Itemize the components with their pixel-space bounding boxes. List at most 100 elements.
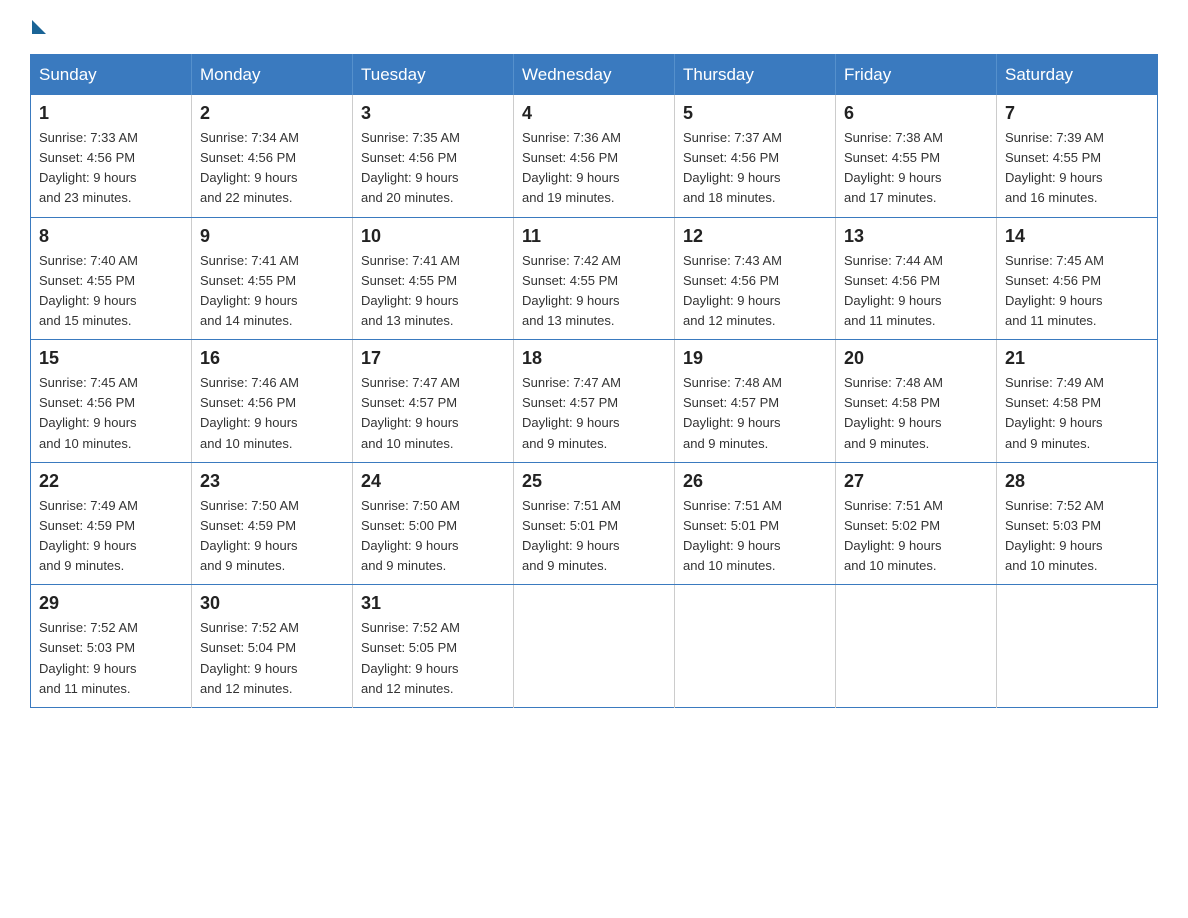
day-info: Sunrise: 7:42 AMSunset: 4:55 PMDaylight:… [522,253,621,328]
calendar-cell: 25 Sunrise: 7:51 AMSunset: 5:01 PMDaylig… [514,462,675,585]
day-info: Sunrise: 7:39 AMSunset: 4:55 PMDaylight:… [1005,130,1104,205]
day-info: Sunrise: 7:50 AMSunset: 5:00 PMDaylight:… [361,498,460,573]
day-info: Sunrise: 7:48 AMSunset: 4:57 PMDaylight:… [683,375,782,450]
day-info: Sunrise: 7:51 AMSunset: 5:01 PMDaylight:… [683,498,782,573]
calendar-cell: 27 Sunrise: 7:51 AMSunset: 5:02 PMDaylig… [836,462,997,585]
day-info: Sunrise: 7:40 AMSunset: 4:55 PMDaylight:… [39,253,138,328]
day-number: 28 [1005,471,1149,492]
logo [30,20,46,34]
day-number: 13 [844,226,988,247]
day-number: 21 [1005,348,1149,369]
calendar-cell: 30 Sunrise: 7:52 AMSunset: 5:04 PMDaylig… [192,585,353,708]
calendar-cell: 13 Sunrise: 7:44 AMSunset: 4:56 PMDaylig… [836,217,997,340]
calendar-cell: 7 Sunrise: 7:39 AMSunset: 4:55 PMDayligh… [997,95,1158,217]
day-info: Sunrise: 7:43 AMSunset: 4:56 PMDaylight:… [683,253,782,328]
weekday-header-thursday: Thursday [675,55,836,96]
calendar-cell: 16 Sunrise: 7:46 AMSunset: 4:56 PMDaylig… [192,340,353,463]
day-number: 30 [200,593,344,614]
weekday-header-friday: Friday [836,55,997,96]
weekday-header-sunday: Sunday [31,55,192,96]
day-number: 22 [39,471,183,492]
calendar-cell: 3 Sunrise: 7:35 AMSunset: 4:56 PMDayligh… [353,95,514,217]
weekday-header-saturday: Saturday [997,55,1158,96]
calendar-cell: 18 Sunrise: 7:47 AMSunset: 4:57 PMDaylig… [514,340,675,463]
calendar-cell: 21 Sunrise: 7:49 AMSunset: 4:58 PMDaylig… [997,340,1158,463]
calendar-cell: 1 Sunrise: 7:33 AMSunset: 4:56 PMDayligh… [31,95,192,217]
day-info: Sunrise: 7:51 AMSunset: 5:01 PMDaylight:… [522,498,621,573]
calendar-cell: 9 Sunrise: 7:41 AMSunset: 4:55 PMDayligh… [192,217,353,340]
calendar-week-row: 29 Sunrise: 7:52 AMSunset: 5:03 PMDaylig… [31,585,1158,708]
calendar-cell: 12 Sunrise: 7:43 AMSunset: 4:56 PMDaylig… [675,217,836,340]
day-info: Sunrise: 7:51 AMSunset: 5:02 PMDaylight:… [844,498,943,573]
day-number: 24 [361,471,505,492]
calendar-cell: 2 Sunrise: 7:34 AMSunset: 4:56 PMDayligh… [192,95,353,217]
day-info: Sunrise: 7:41 AMSunset: 4:55 PMDaylight:… [361,253,460,328]
day-number: 15 [39,348,183,369]
calendar-cell: 5 Sunrise: 7:37 AMSunset: 4:56 PMDayligh… [675,95,836,217]
day-info: Sunrise: 7:36 AMSunset: 4:56 PMDaylight:… [522,130,621,205]
day-number: 19 [683,348,827,369]
calendar-cell: 24 Sunrise: 7:50 AMSunset: 5:00 PMDaylig… [353,462,514,585]
calendar-cell: 22 Sunrise: 7:49 AMSunset: 4:59 PMDaylig… [31,462,192,585]
day-number: 8 [39,226,183,247]
day-number: 17 [361,348,505,369]
calendar-cell [997,585,1158,708]
calendar-cell: 28 Sunrise: 7:52 AMSunset: 5:03 PMDaylig… [997,462,1158,585]
day-info: Sunrise: 7:38 AMSunset: 4:55 PMDaylight:… [844,130,943,205]
calendar-table: SundayMondayTuesdayWednesdayThursdayFrid… [30,54,1158,708]
day-info: Sunrise: 7:44 AMSunset: 4:56 PMDaylight:… [844,253,943,328]
calendar-cell: 15 Sunrise: 7:45 AMSunset: 4:56 PMDaylig… [31,340,192,463]
calendar-cell [514,585,675,708]
day-info: Sunrise: 7:41 AMSunset: 4:55 PMDaylight:… [200,253,299,328]
weekday-header-row: SundayMondayTuesdayWednesdayThursdayFrid… [31,55,1158,96]
weekday-header-monday: Monday [192,55,353,96]
day-info: Sunrise: 7:47 AMSunset: 4:57 PMDaylight:… [522,375,621,450]
day-number: 20 [844,348,988,369]
calendar-week-row: 8 Sunrise: 7:40 AMSunset: 4:55 PMDayligh… [31,217,1158,340]
day-number: 31 [361,593,505,614]
calendar-cell: 6 Sunrise: 7:38 AMSunset: 4:55 PMDayligh… [836,95,997,217]
calendar-cell: 11 Sunrise: 7:42 AMSunset: 4:55 PMDaylig… [514,217,675,340]
day-number: 1 [39,103,183,124]
day-number: 12 [683,226,827,247]
day-number: 2 [200,103,344,124]
day-info: Sunrise: 7:35 AMSunset: 4:56 PMDaylight:… [361,130,460,205]
calendar-cell: 14 Sunrise: 7:45 AMSunset: 4:56 PMDaylig… [997,217,1158,340]
day-info: Sunrise: 7:34 AMSunset: 4:56 PMDaylight:… [200,130,299,205]
day-info: Sunrise: 7:48 AMSunset: 4:58 PMDaylight:… [844,375,943,450]
day-info: Sunrise: 7:52 AMSunset: 5:04 PMDaylight:… [200,620,299,695]
day-number: 23 [200,471,344,492]
calendar-week-row: 15 Sunrise: 7:45 AMSunset: 4:56 PMDaylig… [31,340,1158,463]
day-info: Sunrise: 7:47 AMSunset: 4:57 PMDaylight:… [361,375,460,450]
day-number: 11 [522,226,666,247]
page-header [30,20,1158,34]
calendar-cell: 29 Sunrise: 7:52 AMSunset: 5:03 PMDaylig… [31,585,192,708]
day-info: Sunrise: 7:46 AMSunset: 4:56 PMDaylight:… [200,375,299,450]
day-number: 10 [361,226,505,247]
calendar-cell [675,585,836,708]
calendar-cell: 8 Sunrise: 7:40 AMSunset: 4:55 PMDayligh… [31,217,192,340]
day-number: 3 [361,103,505,124]
day-info: Sunrise: 7:52 AMSunset: 5:03 PMDaylight:… [39,620,138,695]
calendar-cell: 20 Sunrise: 7:48 AMSunset: 4:58 PMDaylig… [836,340,997,463]
weekday-header-wednesday: Wednesday [514,55,675,96]
day-number: 7 [1005,103,1149,124]
day-number: 9 [200,226,344,247]
day-number: 14 [1005,226,1149,247]
day-number: 5 [683,103,827,124]
day-number: 29 [39,593,183,614]
day-number: 18 [522,348,666,369]
day-info: Sunrise: 7:45 AMSunset: 4:56 PMDaylight:… [1005,253,1104,328]
calendar-cell: 4 Sunrise: 7:36 AMSunset: 4:56 PMDayligh… [514,95,675,217]
day-info: Sunrise: 7:52 AMSunset: 5:05 PMDaylight:… [361,620,460,695]
day-number: 6 [844,103,988,124]
calendar-cell: 19 Sunrise: 7:48 AMSunset: 4:57 PMDaylig… [675,340,836,463]
day-info: Sunrise: 7:52 AMSunset: 5:03 PMDaylight:… [1005,498,1104,573]
day-number: 27 [844,471,988,492]
day-number: 4 [522,103,666,124]
day-info: Sunrise: 7:49 AMSunset: 4:59 PMDaylight:… [39,498,138,573]
calendar-cell [836,585,997,708]
day-info: Sunrise: 7:37 AMSunset: 4:56 PMDaylight:… [683,130,782,205]
calendar-week-row: 22 Sunrise: 7:49 AMSunset: 4:59 PMDaylig… [31,462,1158,585]
day-info: Sunrise: 7:33 AMSunset: 4:56 PMDaylight:… [39,130,138,205]
